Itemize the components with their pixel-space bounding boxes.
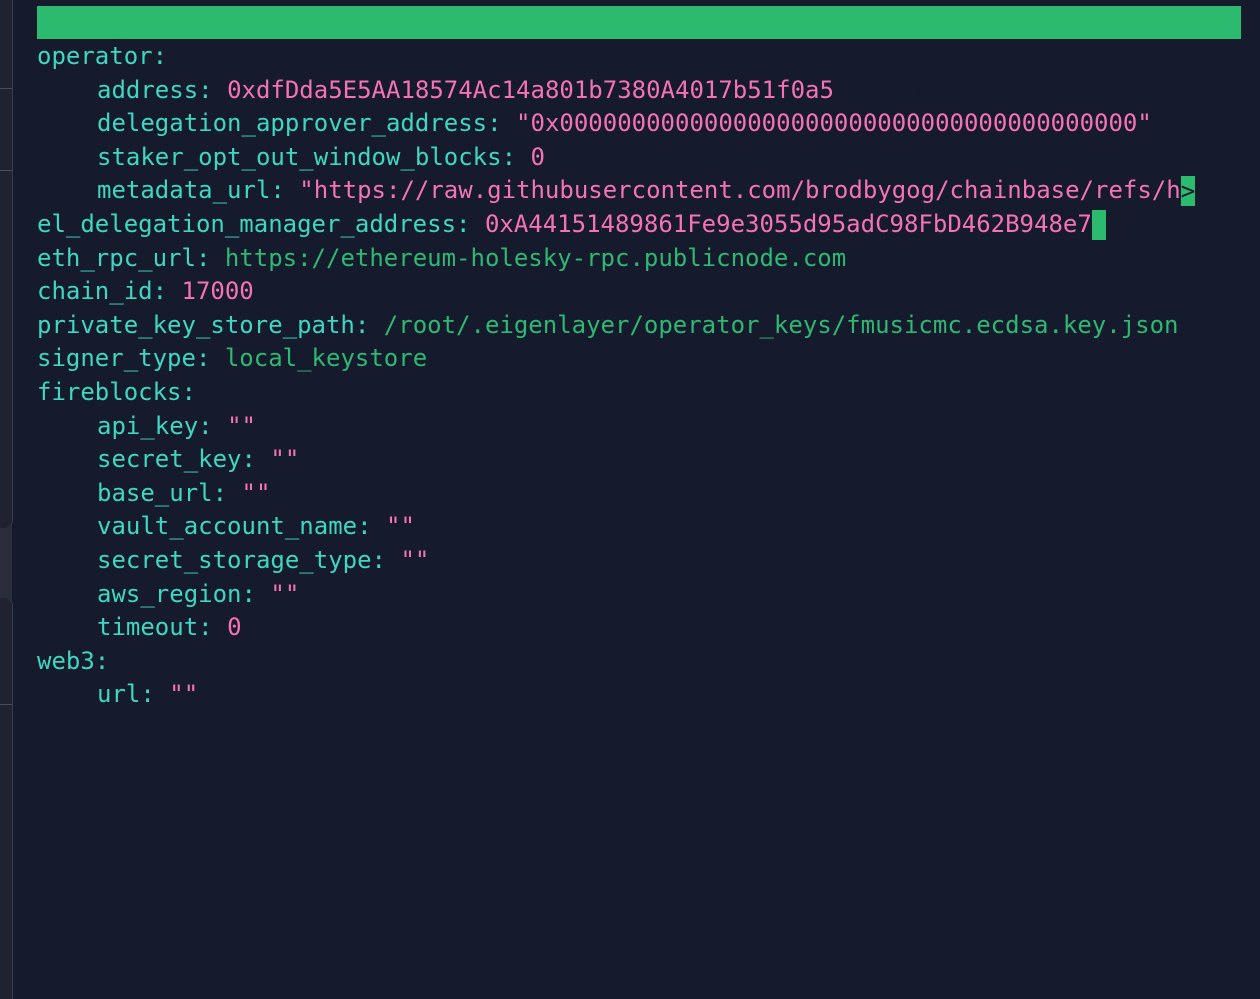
code-line[interactable]: address: 0xdfDda5E5AA18574Ac14a801b7380A…	[37, 74, 1241, 108]
yaml-key: aws_region	[97, 579, 242, 608]
yaml-value: 0	[227, 613, 242, 642]
colon-separator: :	[241, 445, 256, 474]
code-line[interactable]: secret_key: ""	[37, 443, 1241, 477]
side-panel-lower	[0, 598, 13, 999]
side-panel-upper	[0, 0, 13, 528]
yaml-value: "0x0000000000000000000000000000000000000…	[516, 109, 1152, 138]
colon-separator: :	[198, 411, 213, 440]
colon-separator: :	[152, 42, 168, 70]
colon-separator: :	[181, 377, 196, 406]
code-line[interactable]: private_key_store_path: /root/.eigenlaye…	[37, 309, 1241, 343]
yaml-value: https://ethereum-holesky-rpc.publicnode.…	[224, 243, 847, 272]
yaml-value: ""	[386, 512, 415, 541]
yaml-key: web3	[37, 646, 95, 675]
code-line[interactable]: base_url: ""	[37, 477, 1241, 511]
yaml-value: ""	[270, 579, 300, 608]
code-line[interactable]: metadata_url: "https://raw.githubusercon…	[37, 174, 1241, 208]
code-line[interactable]: url: ""	[37, 678, 1241, 712]
code-line[interactable]: eth_rpc_url: https://ethereum-holesky-rp…	[37, 242, 1241, 276]
side-panel-divider	[0, 88, 12, 89]
colon-separator: :	[198, 75, 213, 104]
colon-separator: :	[152, 277, 168, 306]
yaml-key: timeout	[97, 613, 199, 642]
yaml-key: vault_account_name	[97, 512, 358, 541]
colon-separator: :	[212, 478, 228, 507]
code-line[interactable]: chain_id: 17000	[37, 275, 1241, 309]
terminal-window[interactable]: GNU nano 6.2 /root/chainbase-avs-setup/h…	[13, 0, 1260, 999]
code-line[interactable]: vault_account_name: ""	[37, 510, 1241, 544]
yaml-key: private_key_store_path	[37, 310, 355, 339]
yaml-key: operator	[37, 42, 153, 70]
yaml-key: staker_opt_out_window_blocks	[97, 142, 502, 171]
code-line[interactable]: operator:	[37, 40, 1241, 74]
yaml-value: ""	[400, 545, 430, 574]
code-line[interactable]: timeout: 0	[37, 611, 1241, 645]
yaml-value: "https://raw.githubusercontent.com/brodb…	[299, 176, 1181, 205]
colon-separator: :	[371, 545, 386, 574]
yaml-key: signer_type	[37, 344, 196, 373]
yaml-value: ""	[241, 478, 271, 507]
yaml-value: 0xA44151489861Fe9e3055d95adC98FbD462B948…	[484, 209, 1092, 238]
code-line[interactable]: api_key: ""	[37, 410, 1241, 444]
yaml-value: 0xdfDda5E5AA18574Ac14a801b7380A4017b51f0…	[227, 75, 834, 104]
yaml-key: eth_rpc_url	[37, 243, 196, 272]
yaml-value: local_keystore	[224, 344, 428, 373]
code-line[interactable]: secret_storage_type: ""	[37, 544, 1241, 578]
line-truncation-marker: >	[1180, 176, 1196, 207]
colon-separator: :	[357, 512, 372, 541]
colon-separator: :	[456, 209, 471, 238]
text-cursor	[1091, 209, 1106, 240]
yaml-value: ""	[227, 411, 256, 440]
yaml-key: api_key	[97, 411, 199, 440]
colon-separator: :	[195, 243, 211, 272]
code-line[interactable]: delegation_approver_address: "0x00000000…	[37, 107, 1241, 141]
side-panel-divider	[0, 704, 12, 705]
yaml-key: metadata_url	[97, 176, 271, 205]
yaml-value: ""	[169, 680, 199, 709]
colon-separator: :	[354, 310, 370, 339]
yaml-key: address	[97, 75, 199, 104]
yaml-key: secret_key	[97, 445, 242, 474]
colon-separator: :	[487, 109, 502, 138]
colon-separator: :	[198, 613, 213, 642]
left-side-panel	[0, 0, 13, 999]
yaml-value: /root/.eigenlayer/operator_keys/fmusicmc…	[383, 310, 1179, 339]
code-line[interactable]: web3:	[37, 645, 1241, 679]
colon-separator: :	[241, 579, 256, 608]
editor-buffer[interactable]: operator: address: 0xdfDda5E5AA18574Ac14a…	[37, 40, 1241, 712]
colon-separator: :	[501, 142, 517, 171]
yaml-key: secret_storage_type	[97, 545, 372, 574]
code-line[interactable]: fireblocks:	[37, 376, 1241, 410]
colon-separator: :	[140, 680, 155, 709]
colon-separator: :	[195, 344, 211, 373]
code-line[interactable]: el_delegation_manager_address: 0xA441514…	[37, 208, 1241, 242]
code-line[interactable]: staker_opt_out_window_blocks: 0	[37, 141, 1241, 175]
yaml-key: el_delegation_manager_address	[37, 209, 457, 238]
yaml-key: chain_id	[37, 277, 153, 306]
yaml-value: ""	[270, 445, 300, 474]
yaml-key: delegation_approver_address	[97, 109, 488, 138]
code-line[interactable]: aws_region: ""	[37, 578, 1241, 612]
yaml-value: 17000	[181, 277, 254, 306]
code-line[interactable]: signer_type: local_keystore	[37, 342, 1241, 376]
nano-title-bar: GNU nano 6.2 /root/chainbase-avs-setup/h…	[37, 6, 1241, 102]
side-panel-divider	[0, 170, 12, 171]
yaml-key: fireblocks	[37, 377, 182, 406]
colon-separator: :	[270, 176, 285, 205]
yaml-key: url	[97, 680, 141, 709]
yaml-key: base_url	[97, 478, 213, 507]
yaml-value: 0	[530, 142, 545, 171]
colon-separator: :	[94, 646, 110, 675]
